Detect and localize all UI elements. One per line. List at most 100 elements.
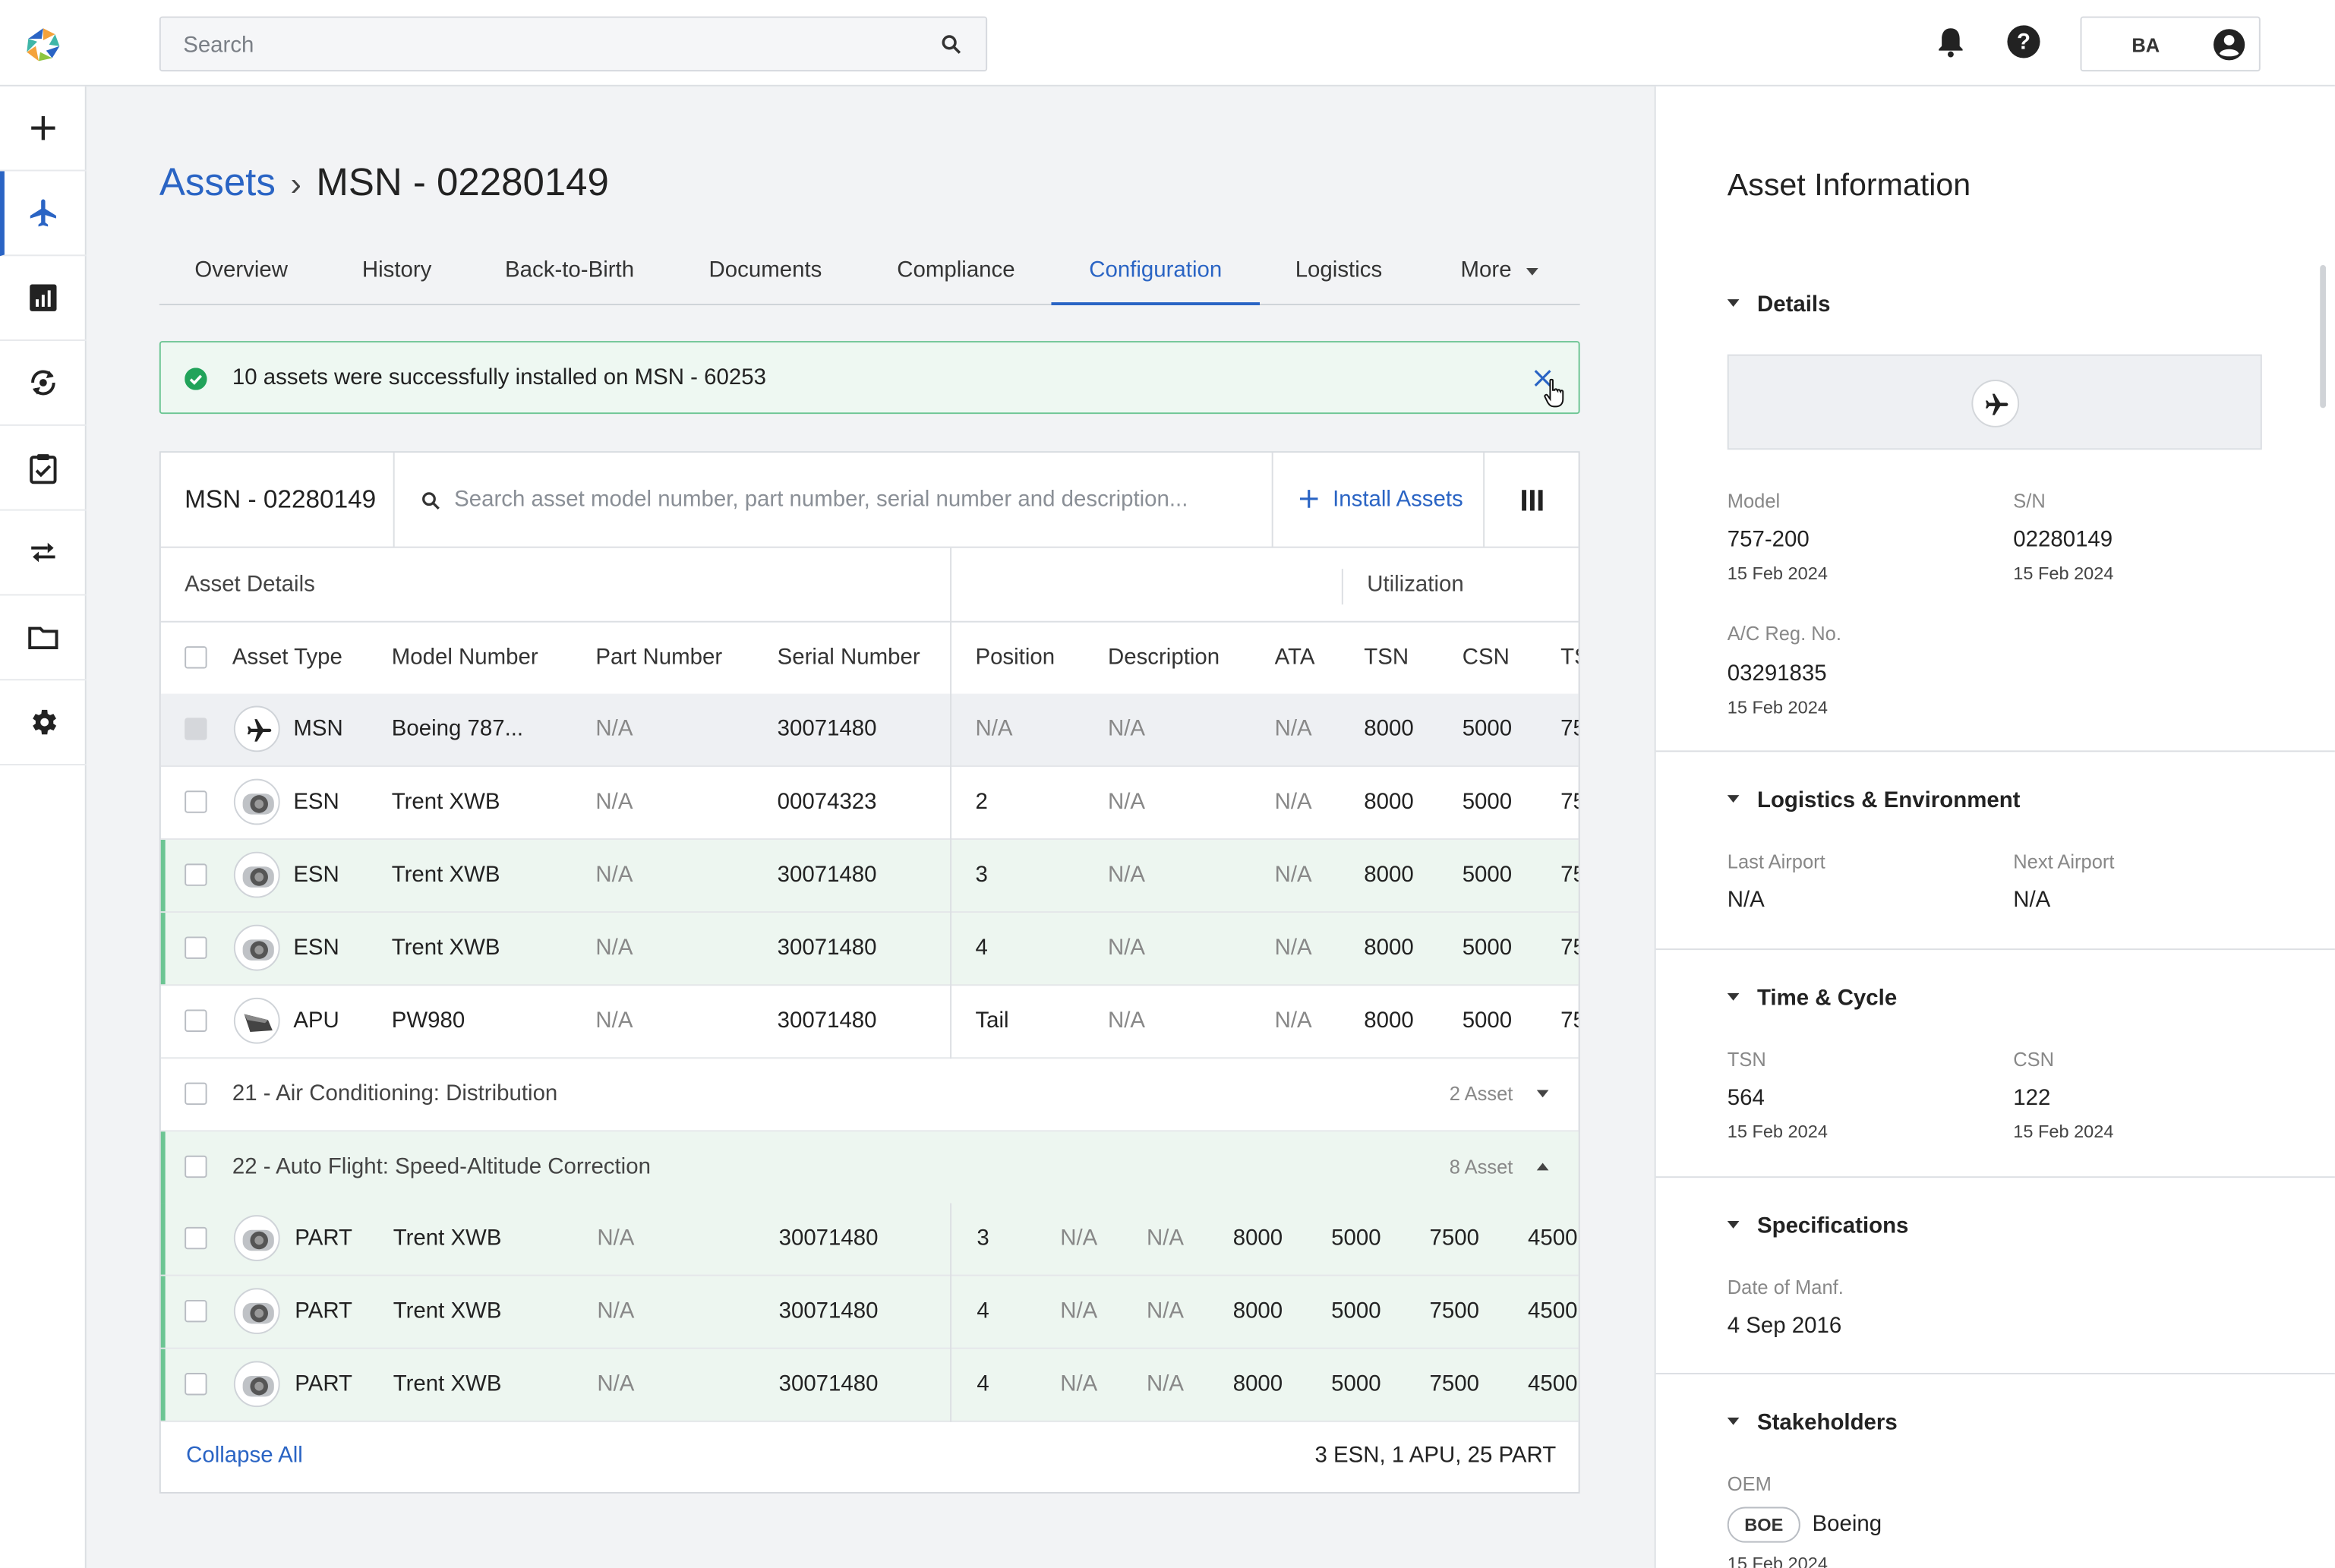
csn: 5000 [1462,716,1513,742]
tab-back-to-birth[interactable]: Back-to-Birth [471,246,669,305]
row-checkbox[interactable] [185,790,207,813]
ts: 75 [1560,862,1579,888]
col-model-number[interactable]: Model Number [392,621,538,694]
table-row[interactable]: MSN Boeing 787... N/A 30071480 N/A N/A N… [160,693,1579,767]
specifications-section: Specifications Date of Manf. 4 Sep 2016 [1655,1178,2335,1375]
serial-number: 30071480 [777,935,877,961]
col-description[interactable]: Description [1108,621,1220,694]
tsn: 8000 [1232,1225,1283,1251]
row-checkbox[interactable] [185,1226,207,1250]
csn-value: 122 [2013,1085,2051,1111]
serial-number: 30071480 [778,1371,879,1397]
reg-label: A/C Reg. No. [1727,622,1841,645]
sidebar-item-files[interactable] [0,595,87,681]
tab-history[interactable]: History [323,246,471,305]
tab-configuration[interactable]: Configuration [1051,246,1261,306]
table-row[interactable]: PART Trent XWB N/A 30071480 4 N/A N/A 80… [160,1276,1579,1349]
cso: 4500 [1527,1225,1578,1251]
serial-number: 30071480 [777,862,877,888]
description: N/A [1060,1298,1098,1324]
columns-icon[interactable] [1520,490,1544,511]
tab-documents[interactable]: Documents [668,246,862,305]
tsn-label: TSN [1727,1048,1766,1071]
group-row-21[interactable]: 21 - Air Conditioning: Distribution 2 As… [160,1058,1579,1132]
ata: N/A [1274,1008,1312,1033]
row-checkbox[interactable] [185,1373,207,1396]
engine-icon [233,1288,280,1335]
sidebar-item-reports[interactable] [0,256,87,342]
tab-compliance[interactable]: Compliance [862,246,1049,305]
col-ata[interactable]: ATA [1275,621,1315,694]
user-menu[interactable]: BA [2080,16,2261,72]
col-part-number[interactable]: Part Number [595,621,722,694]
table-row[interactable]: ESN Trent XWB N/A 00074323 2 N/A N/A 800… [160,767,1579,841]
group-checkbox[interactable] [185,1155,207,1178]
section-title: Specifications [1756,1213,1909,1239]
col-ts[interactable]: TS [1560,621,1579,694]
tab-bar: Overview History Back-to-Birth Documents… [159,246,1582,306]
model-value: 757-200 [1727,527,1810,553]
table-row[interactable]: ESN Trent XWB N/A 30071480 3 N/A N/A 800… [160,840,1579,913]
specifications-header[interactable]: Specifications [1727,1213,1909,1239]
cso: 4500 [1527,1371,1578,1397]
plus-icon [1299,490,1318,508]
panel-scrollbar[interactable] [2320,265,2327,409]
pointer-cursor-icon [1544,378,1564,408]
asset-search-input[interactable]: Search asset model number, part number, … [454,487,1188,512]
model-number: PW980 [391,1008,465,1033]
description: N/A [1060,1225,1098,1251]
tsn: 8000 [1364,789,1414,815]
part-number: N/A [597,1225,635,1251]
column-divider [950,1203,952,1422]
app-logo-icon[interactable] [24,25,62,64]
group-label: 21 - Air Conditioning: Distribution [232,1081,558,1107]
group-row-22[interactable]: 22 - Auto Flight: Speed-Altitude Correct… [160,1131,1579,1205]
global-search-input[interactable]: Search [159,16,988,72]
row-checkbox[interactable] [185,1009,207,1032]
chevron-down-icon[interactable] [1536,1090,1549,1098]
part-number: N/A [595,716,633,742]
logistics-header[interactable]: Logistics & Environment [1727,787,2020,813]
chevron-up-icon[interactable] [1536,1163,1549,1171]
engine-icon [233,851,280,898]
asset-type: MSN [293,716,343,742]
sidebar-item-settings[interactable] [0,680,87,765]
col-asset-type[interactable]: Asset Type [232,621,342,694]
row-checkbox[interactable] [185,1299,207,1323]
sidebar-item-transfer[interactable] [0,511,87,596]
col-tsn[interactable]: TSN [1364,621,1409,694]
group-checkbox[interactable] [185,1082,207,1106]
bell-icon[interactable] [1933,24,1968,59]
collapse-all-link[interactable]: Collapse All [186,1443,303,1468]
row-checkbox[interactable] [185,863,207,886]
time-cycle-header[interactable]: Time & Cycle [1727,986,1897,1011]
help-icon[interactable]: ? [2005,24,2041,59]
col-csn[interactable]: CSN [1463,621,1510,694]
table-row[interactable]: PART Trent XWB N/A 30071480 4 N/A N/A 80… [160,1349,1579,1422]
select-all-checkbox[interactable] [185,646,207,669]
breadcrumb-assets-link[interactable]: Assets [159,159,276,204]
table-row[interactable]: PART Trent XWB N/A 30071480 3 N/A N/A 80… [160,1203,1579,1276]
position: 3 [975,862,988,888]
row-checkbox[interactable] [185,936,207,959]
col-position[interactable]: Position [975,621,1055,694]
details-header[interactable]: Details [1727,292,1830,317]
user-initials: BA [2131,34,2160,57]
ts: 75 [1560,716,1579,742]
sidebar-item-sync[interactable] [0,341,87,426]
stakeholders-header[interactable]: Stakeholders [1727,1410,1898,1435]
table-row[interactable]: ESN Trent XWB N/A 30071480 4 N/A N/A 800… [160,913,1579,986]
sidebar-item-add[interactable] [0,87,87,172]
tab-overview[interactable]: Overview [159,246,323,305]
tab-more-label: More [1460,257,1512,283]
position: N/A [975,716,1013,742]
sidebar-item-tasks[interactable] [0,426,87,511]
ata: N/A [1146,1225,1185,1251]
tab-more[interactable]: More [1418,246,1582,305]
table-row[interactable]: APU PW980 N/A 30071480 Tail N/A N/A 8000… [160,986,1579,1059]
col-serial-number[interactable]: Serial Number [778,621,920,694]
breadcrumb: Assets › MSN - 02280149 [159,159,609,206]
tab-logistics[interactable]: Logistics [1260,246,1418,305]
search-icon[interactable] [941,34,961,55]
sidebar-item-assets[interactable] [0,171,87,257]
